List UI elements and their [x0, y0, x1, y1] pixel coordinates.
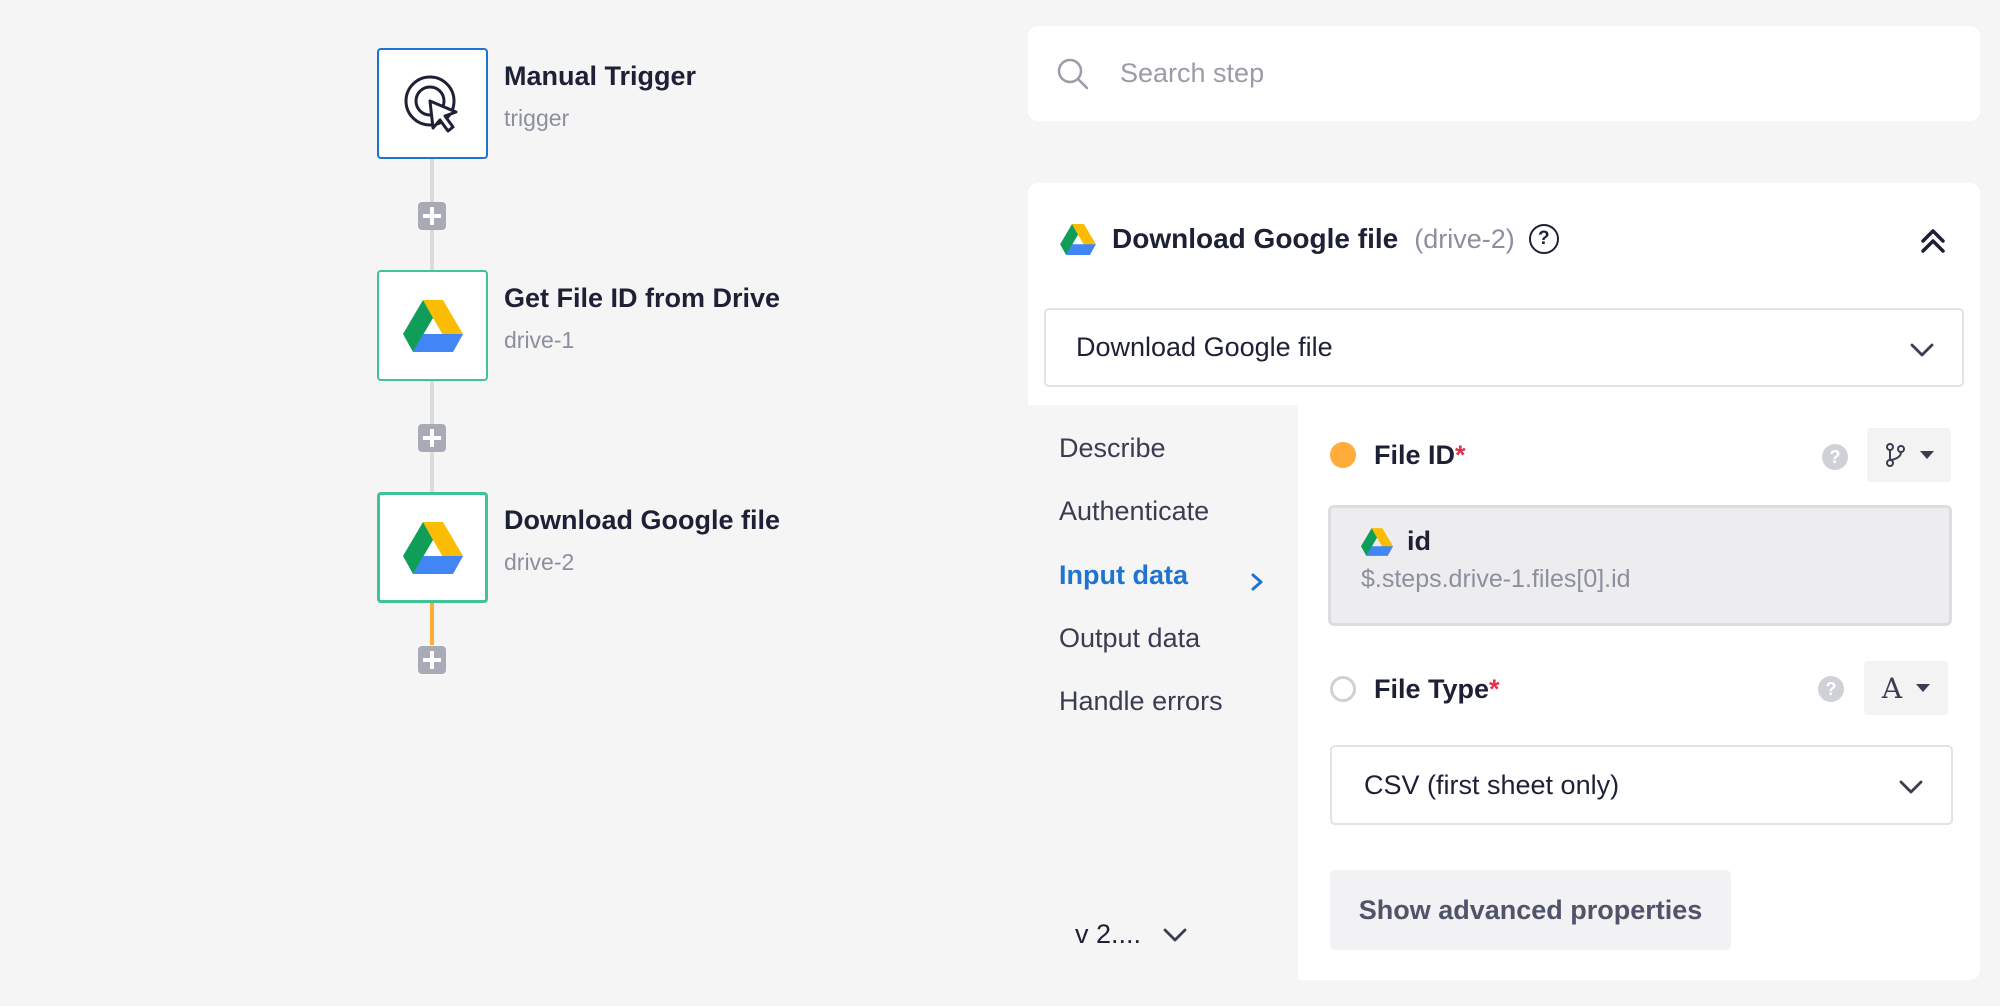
version-label: v 2....: [1075, 919, 1142, 949]
chevron-down-icon: [1163, 928, 1187, 941]
add-step-button[interactable]: [418, 646, 446, 674]
advanced-button-wrap: Show advanced properties: [1330, 870, 1731, 950]
field-status-dot-empty: [1330, 676, 1356, 702]
node-title[interactable]: Download Google file: [504, 505, 780, 536]
search-step-input[interactable]: [1120, 58, 1920, 89]
google-drive-icon: [1361, 527, 1393, 556]
panel-sidebar: Describe Authenticate Input data Output …: [1028, 405, 1298, 980]
caret-down-icon: [1916, 684, 1931, 692]
panel-step-ref: (drive-2): [1414, 223, 1515, 254]
connector-line-active: [430, 603, 434, 645]
file-type-select[interactable]: CSV (first sheet only): [1330, 745, 1953, 825]
node-manual-trigger[interactable]: [377, 48, 488, 159]
collapse-panel-icon[interactable]: [1916, 223, 1950, 257]
file-type-label: File Type: [1374, 673, 1490, 704]
file-id-help-icon[interactable]: ?: [1822, 444, 1848, 470]
node-subtitle: drive-1: [504, 327, 575, 353]
cursor-click-icon: [404, 75, 457, 132]
file-type-label-row: File Type *: [1330, 669, 1500, 709]
file-type-help-icon[interactable]: ?: [1818, 676, 1844, 702]
chevron-down-icon: [1910, 343, 1934, 357]
node-title[interactable]: Manual Trigger: [504, 61, 696, 92]
file-type-type-button[interactable]: A: [1864, 661, 1948, 715]
chevron-down-icon: [1899, 780, 1923, 794]
add-step-button[interactable]: [418, 424, 446, 452]
action-select-value: Download Google file: [1076, 332, 1333, 362]
chevron-right-icon: [1251, 573, 1263, 591]
sidebar-item-authenticate[interactable]: Authenticate: [1059, 496, 1209, 527]
sidebar-item-describe[interactable]: Describe: [1059, 433, 1166, 464]
sidebar-item-handle-errors[interactable]: Handle errors: [1059, 686, 1223, 717]
panel-header: Download Google file (drive-2) ?: [1060, 219, 1559, 259]
file-id-label: File ID: [1374, 439, 1456, 470]
sidebar-item-output-data[interactable]: Output data: [1059, 623, 1200, 654]
field-status-dot-filled: [1330, 442, 1356, 468]
required-mark: *: [1489, 673, 1500, 704]
version-select[interactable]: v 2....: [1075, 919, 1189, 950]
sidebar-item-input-data[interactable]: Input data: [1059, 560, 1188, 591]
file-id-type-button[interactable]: [1867, 428, 1951, 482]
file-type-select-value: CSV (first sheet only): [1364, 769, 1620, 800]
google-drive-icon: [402, 299, 463, 352]
google-drive-icon: [1060, 223, 1096, 255]
help-icon[interactable]: ?: [1528, 224, 1559, 254]
node-subtitle: drive-2: [504, 549, 575, 575]
panel-title: Download Google file: [1112, 223, 1399, 254]
show-advanced-properties-button[interactable]: Show advanced properties: [1330, 870, 1731, 950]
required-mark: *: [1455, 439, 1466, 470]
node-subtitle: trigger: [504, 105, 570, 131]
search-step-box: [1028, 26, 1980, 121]
action-select[interactable]: Download Google file: [1044, 308, 1964, 387]
pill-value-name: id: [1407, 526, 1431, 556]
file-id-value-pill[interactable]: id $.steps.drive-1.files[0].id: [1328, 505, 1952, 626]
node-download-google-file[interactable]: [377, 492, 488, 603]
pill-name-row: id: [1361, 526, 1949, 557]
step-config-panel: Download Google file (drive-2) ? Downloa…: [1028, 183, 1980, 980]
google-drive-icon: [402, 521, 463, 574]
branch-icon: [1886, 443, 1905, 467]
node-get-file-id[interactable]: [377, 270, 488, 381]
add-step-button[interactable]: [418, 202, 446, 230]
node-title[interactable]: Get File ID from Drive: [504, 283, 780, 314]
pill-value-path: $.steps.drive-1.files[0].id: [1361, 565, 1631, 593]
caret-down-icon: [1920, 451, 1934, 459]
search-icon: [1057, 58, 1089, 89]
file-id-label-row: File ID *: [1330, 435, 1466, 475]
text-type-icon: A: [1881, 671, 1903, 705]
